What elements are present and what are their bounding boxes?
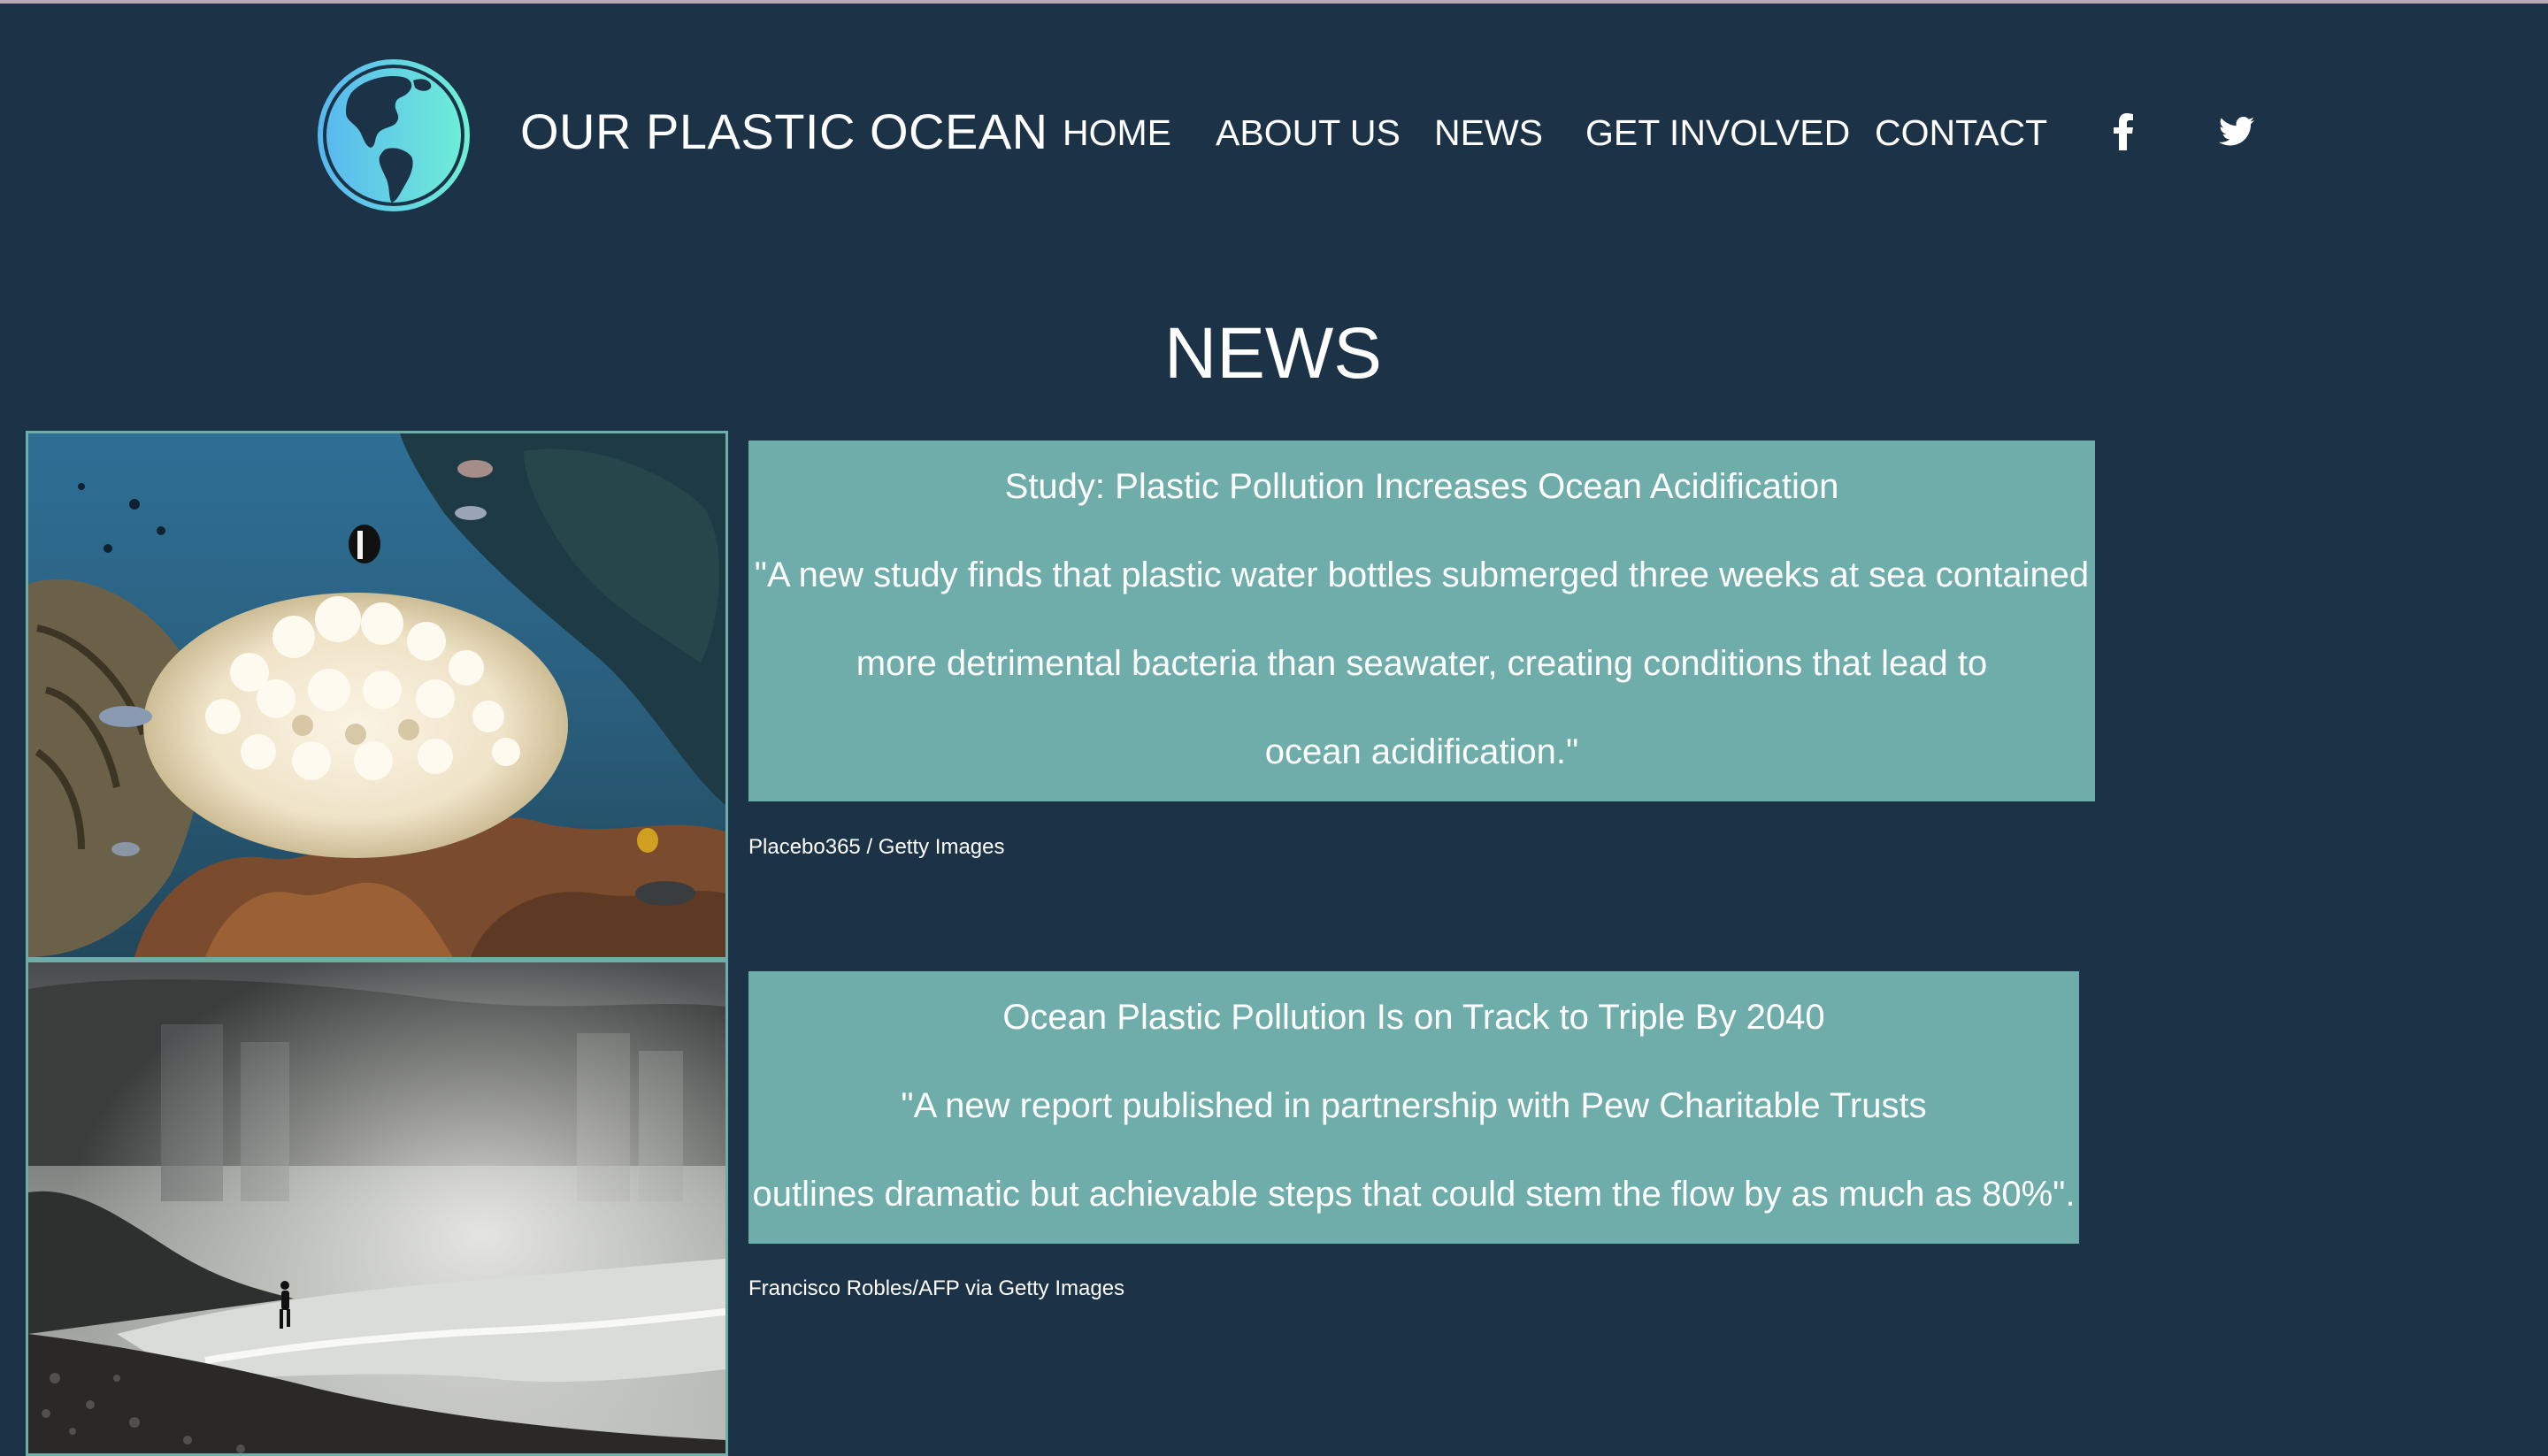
nav-home[interactable]: HOME (1063, 108, 1171, 157)
article-1-quote: "A new study finds that plastic water bo… (748, 531, 2095, 796)
article-1-quote-line: more detrimental bacteria than seawater,… (856, 644, 1988, 683)
site-title[interactable]: OUR PLASTIC OCEAN (520, 102, 1048, 162)
article-1-quote-line: "A new study finds that plastic water bo… (754, 556, 2090, 594)
article-1-photo[interactable] (26, 431, 728, 960)
globe-logo-icon[interactable] (316, 57, 472, 213)
article-2-card[interactable]: Ocean Plastic Pollution Is on Track to T… (748, 971, 2079, 1244)
nav-contact[interactable]: CONTACT (1875, 108, 2047, 157)
nav-about-us[interactable]: ABOUT US (1216, 108, 1401, 157)
article-2-quote: "A new report published in partnership w… (748, 1061, 2079, 1238)
article-2-credit: Francisco Robles/AFP via Getty Images (748, 1276, 1125, 1300)
nav-get-involved[interactable]: GET INVOLVED (1585, 108, 1850, 157)
article-2-quote-line: outlines dramatic but achievable steps t… (752, 1175, 2076, 1214)
article-1-quote-line: ocean acidification." (1264, 732, 1579, 771)
article-2-headline[interactable]: Ocean Plastic Pollution Is on Track to T… (748, 992, 2079, 1042)
article-1-headline[interactable]: Study: Plastic Pollution Increases Ocean… (748, 462, 2095, 511)
facebook-icon[interactable] (2104, 110, 2143, 154)
page-title: NEWS (0, 311, 2548, 396)
article-2-photo[interactable] (26, 960, 728, 1456)
article-1-card[interactable]: Study: Plastic Pollution Increases Ocean… (748, 441, 2095, 801)
article-1-credit: Placebo365 / Getty Images (748, 835, 1005, 859)
browser-top-strip (0, 0, 2548, 4)
nav-news[interactable]: NEWS (1434, 108, 1543, 157)
twitter-icon[interactable] (2217, 110, 2256, 154)
article-2-quote-line: "A new report published in partnership w… (901, 1086, 1927, 1125)
page-title-text: NEWS (1164, 313, 1382, 394)
